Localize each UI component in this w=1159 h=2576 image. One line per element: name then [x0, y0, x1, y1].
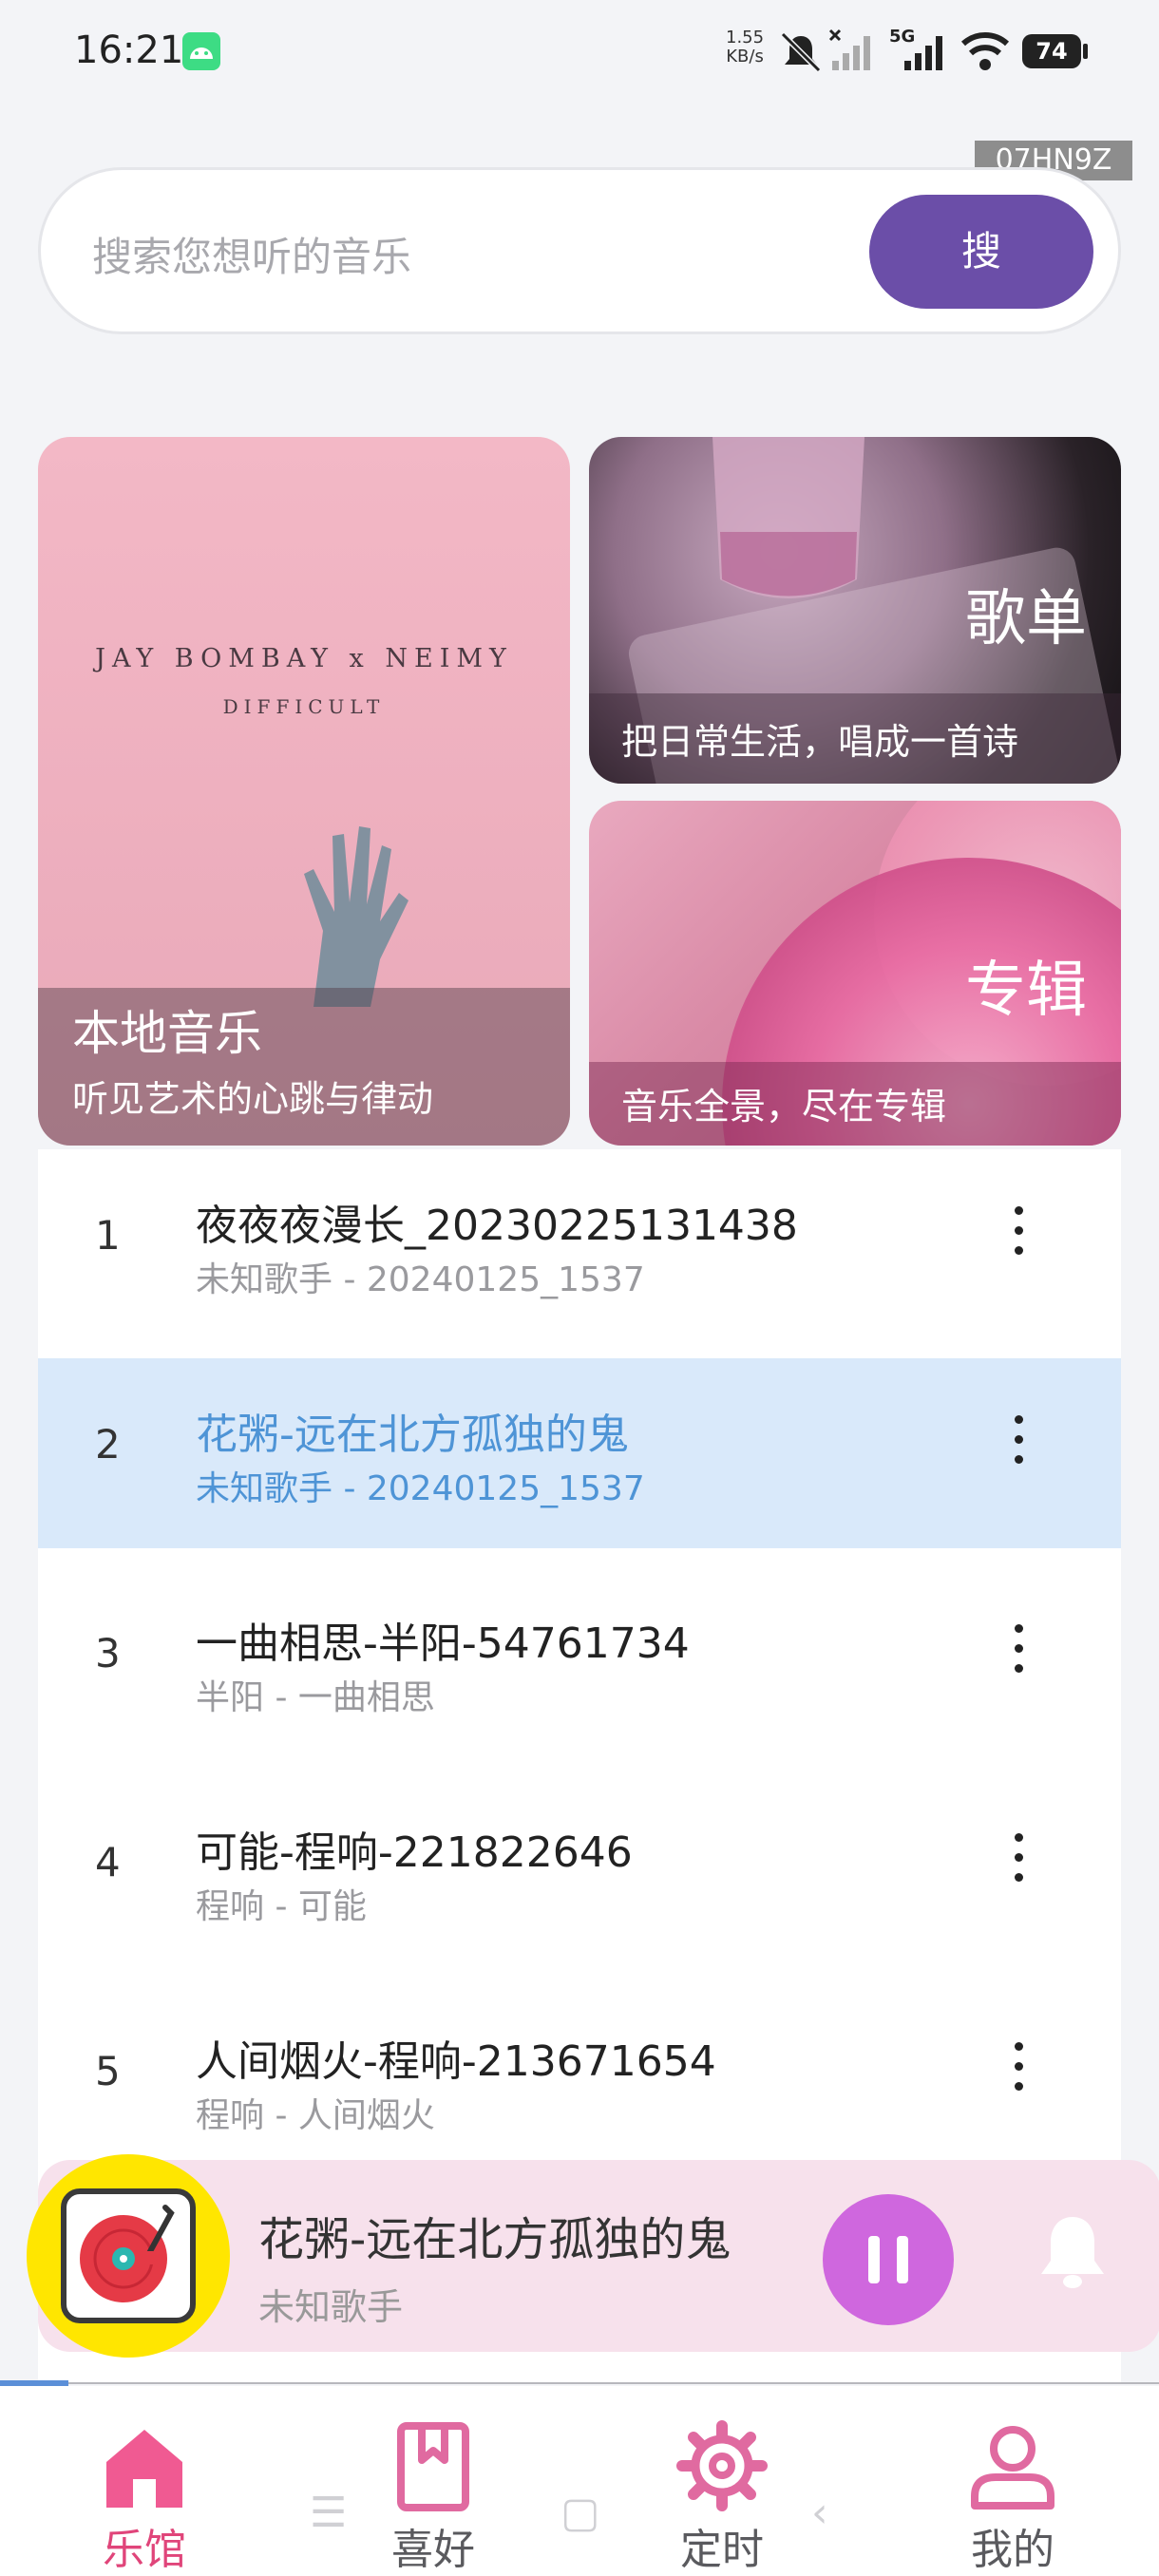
local-music-subtitle: 听见艺术的心跳与律动: [72, 1078, 434, 1120]
progress-bar-track[interactable]: [68, 2382, 1159, 2384]
song-title: 一曲相思-半阳-54761734: [196, 1619, 690, 1668]
song-number: 1: [95, 1212, 121, 1259]
gear-icon: [676, 2420, 768, 2511]
search-button[interactable]: 搜: [869, 195, 1093, 309]
user-icon: [971, 2426, 1054, 2510]
glass-image: [712, 437, 864, 598]
nav-label: 喜好: [391, 2526, 475, 2574]
bookmark-icon: [397, 2422, 469, 2511]
home-icon: [106, 2430, 182, 2508]
player-artist: 未知歌手: [258, 2286, 404, 2328]
more-options-icon[interactable]: [1013, 2042, 1024, 2095]
search-bar[interactable]: 搜索您想听的音乐 搜: [38, 167, 1121, 334]
nav-label: 乐馆: [103, 2526, 186, 2574]
song-subtitle: 未知歌手 - 20240125_1537: [196, 1469, 645, 1508]
status-bar: 16:21 1.55 KB/s 5G 74: [0, 0, 1159, 104]
bottom-nav: 乐馆 喜好 定时 我的: [0, 2386, 1159, 2576]
android-icon: [182, 32, 220, 70]
song-title: 花粥-远在北方孤独的鬼: [196, 1411, 629, 1459]
more-options-icon[interactable]: [1013, 1624, 1024, 1677]
search-input[interactable]: 搜索您想听的音乐: [92, 225, 411, 283]
song-title: 人间烟火-程响-213671654: [196, 2037, 716, 2086]
song-row[interactable]: 3 一曲相思-半阳-54761734 半阳 - 一曲相思: [38, 1567, 1121, 1757]
song-title: 夜夜夜漫长_20230225131438: [196, 1202, 798, 1250]
bell-icon[interactable]: [1037, 2213, 1108, 2293]
more-options-icon[interactable]: [1013, 1415, 1024, 1468]
pause-bar-right: [897, 2236, 908, 2283]
battery-tip: [1083, 44, 1088, 59]
song-number: 2: [95, 1421, 121, 1468]
signal-icon: [904, 36, 942, 70]
local-music-overlay: 本地音乐 听见艺术的心跳与律动: [38, 988, 570, 1146]
album-title: 专辑: [965, 956, 1087, 1026]
player-song-title[interactable]: 花粥-远在北方孤独的鬼: [258, 2202, 731, 2268]
pause-bar-left: [868, 2236, 880, 2283]
more-options-icon[interactable]: [1013, 1833, 1024, 1886]
battery-icon: 74: [1022, 34, 1081, 68]
playlist-overlay: 把日常生活，唱成一首诗: [589, 693, 1121, 784]
album-subtitle: 音乐全景，尽在专辑: [621, 1086, 947, 1127]
local-music-card[interactable]: JAY BOMBAY x NEIMY DIFFICULT 本地音乐 听见艺术的心…: [38, 437, 570, 1146]
playlist-title: 歌单: [965, 584, 1087, 654]
song-number: 5: [95, 2048, 121, 2094]
mute-icon: [780, 31, 822, 73]
nav-item-music-hall[interactable]: 乐馆: [49, 2386, 239, 2576]
nav-item-favorites[interactable]: 喜好: [338, 2386, 528, 2576]
nav-label: 我的: [971, 2526, 1054, 2574]
song-subtitle: 半阳 - 一曲相思: [196, 1678, 435, 1717]
song-subtitle: 未知歌手 - 20240125_1537: [196, 1260, 645, 1299]
player-cover[interactable]: [27, 2154, 230, 2358]
song-subtitle: 程响 - 人间烟火: [196, 2096, 435, 2135]
nav-item-mine[interactable]: 我的: [918, 2386, 1108, 2576]
square-icon[interactable]: ▢: [560, 2489, 600, 2537]
net-speed-value: 1.55: [726, 28, 765, 47]
more-options-icon[interactable]: [1013, 1206, 1024, 1260]
song-number: 4: [95, 1839, 121, 1885]
song-title: 可能-程响-221822646: [196, 1828, 633, 1877]
back-icon[interactable]: ‹: [811, 2489, 828, 2537]
turntable-icon: [61, 2188, 196, 2323]
no-signal-icon: [828, 28, 870, 70]
wifi-icon: [960, 32, 1010, 70]
net-speed-unit: KB/s: [726, 47, 764, 66]
song-row[interactable]: 1 夜夜夜漫长_20230225131438 未知歌手 - 20240125_1…: [38, 1149, 1121, 1339]
song-row[interactable]: 5 人间烟火-程响-213671654 程响 - 人间烟火: [38, 1985, 1121, 2175]
album-card[interactable]: 专辑 音乐全景，尽在专辑: [589, 801, 1121, 1146]
net-speed: 1.55 KB/s: [726, 28, 764, 66]
song-row[interactable]: 4 可能-程响-221822646 程响 - 可能: [38, 1776, 1121, 1966]
menu-icon[interactable]: ☰: [310, 2489, 347, 2537]
playlist-card[interactable]: 歌单 把日常生活，唱成一首诗: [589, 437, 1121, 784]
pause-button[interactable]: [823, 2194, 954, 2325]
nav-label: 定时: [680, 2526, 764, 2574]
local-music-title: 本地音乐: [72, 1006, 262, 1061]
music-app-screen: 16:21 1.55 KB/s 5G 74 07HN9Z 搜索您想听的音乐 搜 …: [0, 0, 1159, 2576]
song-number: 3: [95, 1630, 121, 1676]
hand-image: [304, 826, 408, 1007]
album-overlay: 音乐全景，尽在专辑: [589, 1062, 1121, 1146]
nav-item-timer[interactable]: 定时: [627, 2386, 817, 2576]
status-time: 16:21: [74, 28, 184, 72]
cover-artist-text: JAY BOMBAY x NEIMY: [95, 644, 513, 673]
cover-title-text: DIFFICULT: [222, 695, 386, 718]
song-row-active[interactable]: 2 花粥-远在北方孤独的鬼 未知歌手 - 20240125_1537: [38, 1358, 1121, 1548]
playlist-subtitle: 把日常生活，唱成一首诗: [621, 721, 1019, 763]
song-subtitle: 程响 - 可能: [196, 1887, 367, 1926]
